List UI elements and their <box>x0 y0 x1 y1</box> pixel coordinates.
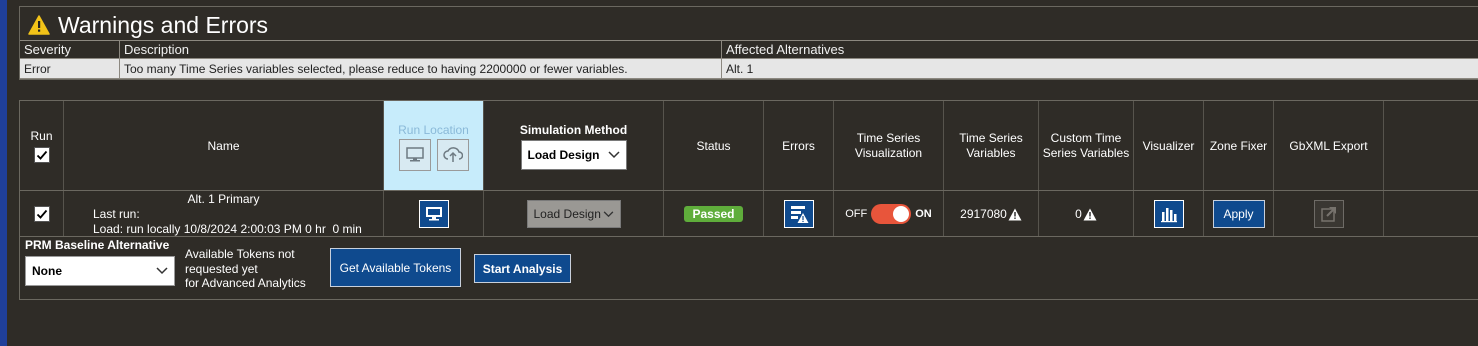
errors-button[interactable] <box>783 200 814 228</box>
visualizer-button[interactable] <box>1153 200 1184 228</box>
tokens-line-2: requested yet <box>185 261 258 276</box>
custom-ts-count: 0 <box>1075 207 1082 221</box>
row-name-cell[interactable]: Alt. 1 Primary Last run: Load: run local… <box>64 191 384 237</box>
checkmark-icon <box>36 150 47 160</box>
apply-button[interactable]: Apply <box>1212 200 1265 228</box>
custom-ts-line2: Series Variables <box>1042 146 1130 160</box>
custom-ts-line1: Custom Time <box>1050 131 1122 145</box>
row-gbxml-cell <box>1274 191 1384 237</box>
chevron-down-icon <box>603 210 613 217</box>
row-sim-method-value: Load Design <box>533 207 601 221</box>
ts-visualization-line1: Time Series <box>856 131 921 145</box>
row-zone-fixer-cell: Apply <box>1204 191 1274 237</box>
alternatives-panel: Run Name Run Location Simulation Method … <box>19 100 1478 300</box>
row-run-local-button[interactable] <box>418 200 449 228</box>
prm-baseline-select[interactable]: None <box>25 256 175 286</box>
prm-baseline-value: None <box>32 264 62 278</box>
get-available-tokens-button[interactable]: Get Available Tokens <box>330 248 461 287</box>
checkmark-icon <box>36 209 47 219</box>
column-header-description: Description <box>120 41 722 58</box>
run-header: Run <box>20 101 64 191</box>
monitor-icon <box>405 147 424 162</box>
run-all-checkbox[interactable] <box>33 147 50 163</box>
warning-icon <box>1008 208 1022 220</box>
row-sim-method-select: Load Design <box>526 200 621 228</box>
toggle-off-label: OFF <box>845 208 868 220</box>
ts-variables-line2: Variables <box>966 146 1016 160</box>
simulation-method-select[interactable]: Load Design <box>520 139 627 170</box>
bar-chart-icon <box>1160 208 1177 223</box>
row-divider <box>20 236 1478 237</box>
status-badge: Passed <box>684 206 743 222</box>
tokens-status-text: Available Tokens not requested yet for A… <box>185 247 306 291</box>
warnings-title-text: Warnings and Errors <box>58 11 269 38</box>
ts-variables-line1: Time Series <box>959 131 1023 145</box>
row-ts-variables-cell: 2917080 <box>944 191 1039 237</box>
ts-variables-header: Time Series Variables <box>944 101 1039 191</box>
row-errors-cell <box>764 191 834 237</box>
prm-label: PRM Baseline Alternative <box>25 238 170 252</box>
last-run-label: Last run: <box>93 206 140 221</box>
simulation-method-header: Simulation Method Load Design <box>484 101 664 191</box>
row-run-cell <box>20 191 64 237</box>
start-analysis-button[interactable]: Start Analysis <box>474 254 571 283</box>
run-local-button[interactable] <box>398 139 431 171</box>
tokens-line-3: for Advanced Analytics <box>185 276 306 290</box>
chevron-down-icon <box>607 150 620 158</box>
description-cell: Too many Time Series variables selected,… <box>120 59 722 78</box>
gbxml-export-header: GbXML Export <box>1274 101 1384 191</box>
cloud-upload-icon <box>442 147 463 162</box>
errors-header: Errors <box>764 101 834 191</box>
warnings-title: Warnings and Errors <box>28 11 268 39</box>
simulation-method-value: Load Design <box>527 147 600 162</box>
run-cloud-button[interactable] <box>436 139 469 171</box>
warnings-header-row: Severity Description Affected Alternativ… <box>20 40 1478 59</box>
load-run-info: Load: run locally 10/8/2024 2:00:03 PM 0… <box>93 221 362 236</box>
custom-ts-header: Custom Time Series Variables <box>1039 101 1134 191</box>
gbxml-export-button[interactable] <box>1313 200 1344 228</box>
column-header-severity: Severity <box>20 41 120 58</box>
export-arrow-icon <box>1320 207 1336 222</box>
column-header-affected: Affected Alternatives <box>726 42 845 57</box>
row-run-checkbox[interactable] <box>33 206 50 222</box>
toggle-on-label: ON <box>915 208 932 220</box>
chevron-down-icon <box>156 267 168 275</box>
affected-cell: Alt. 1 <box>726 61 754 76</box>
errors-report-icon <box>790 206 808 223</box>
alternative-name: Alt. 1 Primary <box>187 191 260 206</box>
row-custom-ts-cell: 0 <box>1039 191 1134 237</box>
row-run-location-cell <box>384 191 484 237</box>
row-ts-vis-cell: OFF ON <box>834 191 944 237</box>
warnings-row[interactable]: Error Too many Time Series variables sel… <box>20 59 1478 79</box>
warning-icon <box>1083 208 1097 220</box>
status-header: Status <box>664 101 764 191</box>
ts-visualization-header: Time Series Visualization <box>834 101 944 191</box>
warning-triangle-icon <box>28 15 50 35</box>
ts-visualization-line2: Visualization <box>854 146 923 160</box>
run-header-label: Run <box>30 129 53 143</box>
visualizer-header: Visualizer <box>1134 101 1204 191</box>
ts-variables-count: 2917080 <box>960 207 1007 221</box>
name-header: Name <box>64 101 384 191</box>
toggle-knob <box>893 206 910 222</box>
run-location-label: Run Location <box>398 123 469 137</box>
severity-cell: Error <box>20 59 120 78</box>
row-status-cell: Passed <box>664 191 764 237</box>
ts-visualization-toggle[interactable] <box>871 204 912 224</box>
warnings-panel: Warnings and Errors Severity Description… <box>19 6 1478 80</box>
simulation-method-label: Simulation Method <box>519 122 628 137</box>
window-left-edge <box>0 0 7 346</box>
zone-fixer-header: Zone Fixer <box>1204 101 1274 191</box>
tokens-line-1: Available Tokens not <box>185 247 295 261</box>
row-visualizer-cell <box>1134 191 1204 237</box>
run-location-header: Run Location <box>384 101 484 191</box>
monitor-icon <box>425 207 442 221</box>
row-sim-method-cell: Load Design <box>484 191 664 237</box>
